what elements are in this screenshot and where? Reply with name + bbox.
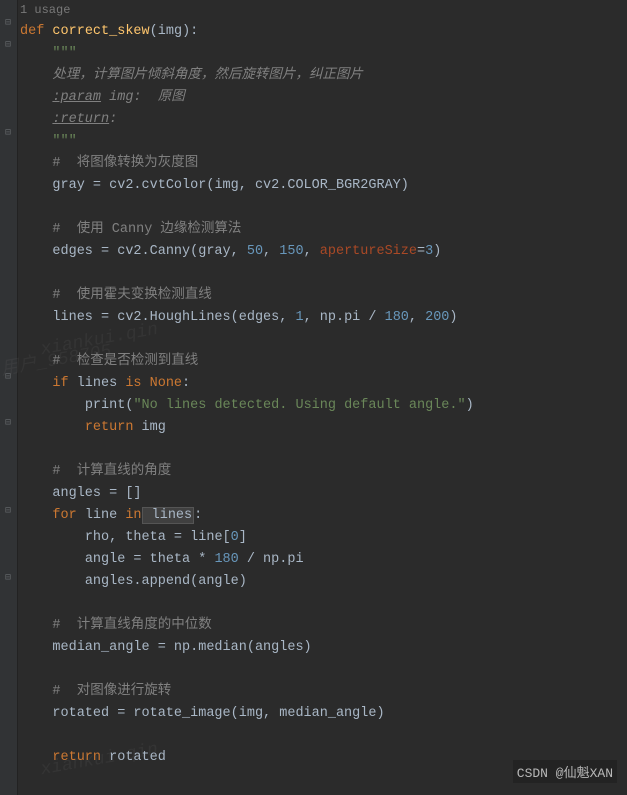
fold-mark[interactable]: ⊟ [5,20,13,28]
code-line: """ [20,43,627,65]
code-line: angles.append(angle) [20,571,627,593]
code-line: def correct_skew(img): [20,21,627,43]
fold-mark[interactable]: ⊟ [5,130,13,138]
code-area[interactable]: 1 usage def correct_skew(img): """ 处理，计算… [18,0,627,795]
blank-line [20,593,627,615]
code-line: rotated = rotate_image(img, median_angle… [20,703,627,725]
code-line: rho, theta = line[0] [20,527,627,549]
blank-line [20,659,627,681]
gutter: ⊟ ⊟ ⊟ ⊟ ⊟ ⊟ ⊟ [0,0,18,795]
code-line: :param img: 原图 [20,87,627,109]
code-line: # 计算直线的角度 [20,461,627,483]
blank-line [20,263,627,285]
usage-hint: 1 usage [20,3,627,17]
fold-mark[interactable]: ⊟ [5,42,13,50]
code-line: # 检查是否检测到直线 [20,351,627,373]
code-line: angles = [] [20,483,627,505]
code-line: for line in lines: [20,505,627,527]
function-name: correct_skew [52,24,149,39]
blank-line [20,329,627,351]
code-line: # 对图像进行旋转 [20,681,627,703]
blank-line [20,439,627,461]
code-line: median_angle = np.median(angles) [20,637,627,659]
code-line: if lines is None: [20,373,627,395]
fold-mark[interactable]: ⊟ [5,374,13,382]
code-line: return img [20,417,627,439]
fold-mark[interactable]: ⊟ [5,420,13,428]
csdn-attribution: CSDN @仙魁XAN [513,760,617,783]
code-line: # 计算直线角度的中位数 [20,615,627,637]
code-line: lines = cv2.HoughLines(edges, 1, np.pi /… [20,307,627,329]
code-line: edges = cv2.Canny(gray, 50, 150, apertur… [20,241,627,263]
code-line: angle = theta * 180 / np.pi [20,549,627,571]
code-line: """ [20,131,627,153]
blank-line [20,197,627,219]
fold-mark[interactable]: ⊟ [5,508,13,516]
code-line: # 使用 Canny 边缘检测算法 [20,219,627,241]
code-line: # 使用霍夫变换检测直线 [20,285,627,307]
blank-line [20,725,627,747]
code-line: 处理，计算图片倾斜角度，然后旋转图片，纠正图片 [20,65,627,87]
code-line: print("No lines detected. Using default … [20,395,627,417]
code-line: gray = cv2.cvtColor(img, cv2.COLOR_BGR2G… [20,175,627,197]
fold-mark[interactable]: ⊟ [5,575,13,583]
code-line: :return: [20,109,627,131]
code-line: # 将图像转换为灰度图 [20,153,627,175]
code-editor[interactable]: ⊟ ⊟ ⊟ ⊟ ⊟ ⊟ ⊟ 1 usage def correct_skew(i… [0,0,627,795]
